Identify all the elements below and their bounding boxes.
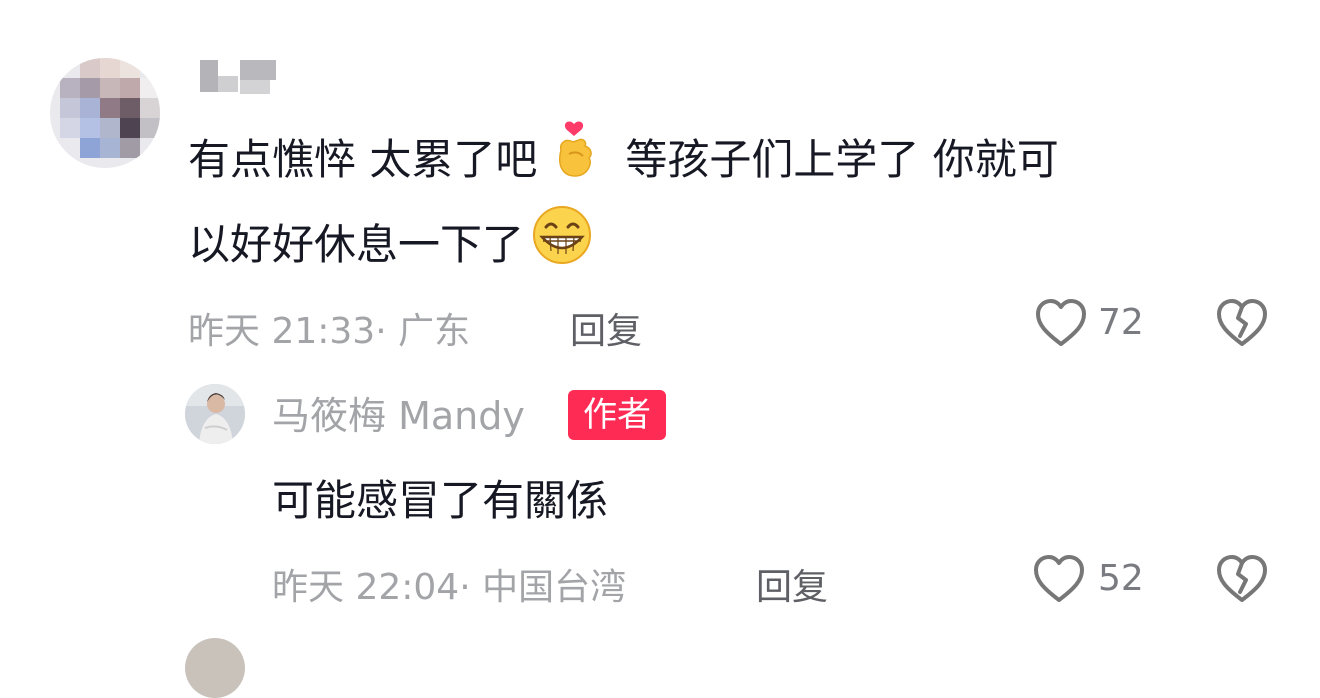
reply-button[interactable]: 回复 bbox=[570, 302, 642, 354]
reply-dislike-button[interactable] bbox=[1216, 554, 1268, 608]
broken-heart-icon bbox=[1217, 299, 1267, 346]
like-button[interactable] bbox=[1035, 298, 1087, 352]
reply-like-button[interactable] bbox=[1033, 554, 1085, 608]
author-username[interactable]: 马筱梅 Mandy bbox=[272, 392, 525, 440]
comment-text-line1: 有点憔悴 太累了吧 bbox=[188, 135, 538, 184]
author-badge: 作者 bbox=[568, 390, 666, 440]
grin-emoji bbox=[532, 205, 592, 290]
reply-timestamp: 昨天 22:04· 中国台湾 bbox=[272, 567, 627, 608]
comment-text-line2: 以好好休息一下了 bbox=[188, 220, 525, 269]
heart-outline-icon bbox=[1034, 555, 1084, 602]
reply-like-count: 52 bbox=[1098, 558, 1144, 599]
finger-heart-emoji bbox=[549, 120, 599, 205]
like-count: 72 bbox=[1098, 302, 1144, 343]
author-avatar[interactable] bbox=[185, 384, 245, 444]
dislike-button[interactable] bbox=[1216, 298, 1268, 352]
broken-heart-icon bbox=[1217, 555, 1267, 602]
commenter-name-redacted[interactable] bbox=[196, 58, 280, 100]
reply-text: 可能感冒了有關係 bbox=[272, 476, 609, 525]
reply-reply-button[interactable]: 回复 bbox=[756, 558, 828, 610]
next-comment-avatar[interactable] bbox=[185, 638, 245, 698]
comment-timestamp: 昨天 21:33· 广东 bbox=[188, 311, 471, 352]
comment-text: 有点憔悴 太累了吧 等孩子们上学了 你就可 以好好休息一下了 bbox=[188, 120, 1268, 290]
commenter-avatar[interactable] bbox=[50, 58, 160, 168]
comment-text-line1-cont: 等孩子们上学了 你就可 bbox=[625, 135, 1059, 184]
heart-outline-icon bbox=[1036, 299, 1086, 346]
